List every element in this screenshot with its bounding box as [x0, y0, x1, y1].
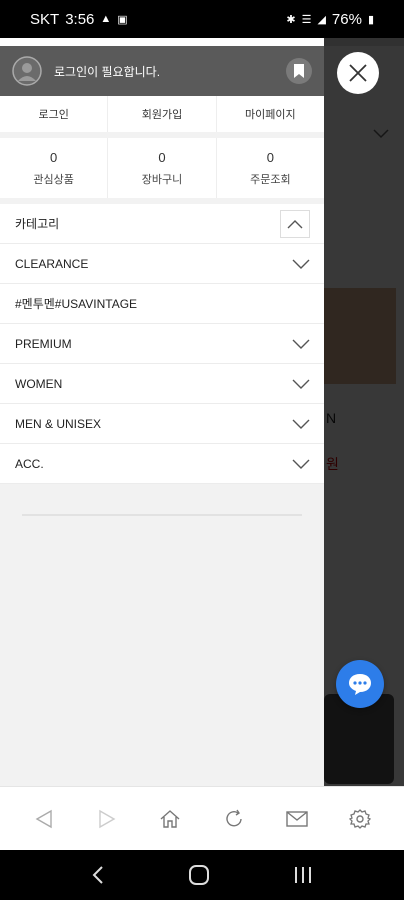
close-icon: [349, 64, 367, 82]
nav-back-icon[interactable]: [91, 865, 105, 885]
menu-item-label: WOMEN: [15, 376, 63, 391]
bookmark-button[interactable]: [286, 58, 312, 84]
status-right: ✱ ☰ ◢ 76% ▮: [286, 11, 374, 28]
menu-item-label: ACC.: [15, 456, 44, 471]
collapse-button[interactable]: [280, 209, 310, 238]
chevron-down-icon: [292, 339, 310, 349]
browser-toolbar: [0, 786, 404, 850]
cart-counter[interactable]: 0 장바구니: [108, 138, 217, 198]
forward-button[interactable]: [87, 799, 127, 839]
login-link[interactable]: 로그인: [0, 96, 109, 132]
image-notification-icon: ▣: [117, 13, 128, 26]
status-bar: SKT 3:56 ▲ ▣ ✱ ☰ ◢ 76% ▮: [0, 0, 404, 38]
close-drawer-button[interactable]: [337, 52, 379, 94]
auth-links: 로그인 회원가입 마이페이지: [0, 96, 324, 132]
drawer-top-strip: [0, 38, 324, 46]
profile-bar: 로그인이 필요합니다.: [0, 46, 324, 96]
side-drawer: 로그인이 필요합니다. 로그인 회원가입 마이페이지 0 관심상품 0 장바구니…: [0, 38, 324, 786]
bluetooth-icon: ✱: [286, 13, 296, 26]
chevron-down-icon: [292, 259, 310, 269]
notification-icon: ▲: [100, 13, 112, 25]
category-menu: 카테고리 CLEARANCE #멘투멘#USAVINTAGE PREMIUM W…: [0, 204, 324, 484]
menu-item-usavintage[interactable]: #멘투멘#USAVINTAGE: [0, 284, 324, 324]
menu-item-acc[interactable]: ACC.: [0, 444, 324, 484]
orders-counter[interactable]: 0 주문조회: [217, 138, 324, 198]
refresh-icon: [225, 809, 242, 826]
battery-level: 76%: [331, 10, 362, 28]
back-icon: [35, 809, 52, 828]
forward-icon: [99, 809, 116, 828]
orders-count: 0: [266, 149, 274, 165]
menu-item-women[interactable]: WOMEN: [0, 364, 324, 404]
back-button[interactable]: [24, 799, 64, 839]
refresh-button[interactable]: [214, 799, 254, 839]
chevron-down-icon: [292, 419, 310, 429]
wishlist-label: 관심상품: [33, 173, 74, 186]
signup-link[interactable]: 회원가입: [108, 96, 217, 132]
wifi-icon: ☰: [301, 13, 312, 26]
clock: 3:56: [65, 10, 95, 28]
menu-item-premium[interactable]: PREMIUM: [0, 324, 324, 364]
chat-bubble-icon: [349, 674, 371, 695]
settings-button[interactable]: [340, 799, 380, 839]
mypage-link[interactable]: 마이페이지: [217, 96, 324, 132]
avatar-icon: [12, 56, 42, 86]
menu-item-category[interactable]: 카테고리: [0, 204, 324, 244]
menu-item-label: CLEARANCE: [15, 256, 89, 271]
wishlist-count: 0: [50, 149, 58, 165]
carrier: SKT: [30, 10, 60, 28]
chevron-up-icon: [287, 219, 303, 228]
login-required-text: 로그인이 필요합니다.: [54, 64, 161, 79]
status-left: SKT 3:56 ▲ ▣: [30, 11, 128, 28]
drawer-divider: [22, 514, 302, 516]
nav-home-icon[interactable]: [188, 864, 210, 886]
settings-icon: [349, 808, 372, 829]
cart-label: 장바구니: [141, 173, 183, 186]
counter-row: 0 관심상품 0 장바구니 0 주문조회: [0, 138, 324, 198]
battery-icon: ▮: [367, 13, 374, 26]
mail-icon: [286, 810, 308, 827]
cart-count: 0: [158, 149, 166, 165]
mail-button[interactable]: [277, 799, 317, 839]
chat-button[interactable]: [336, 660, 384, 708]
menu-item-label: MEN & UNISEX: [15, 416, 102, 431]
orders-label: 주문조회: [250, 173, 291, 186]
signal-icon: ◢: [317, 13, 326, 26]
home-button[interactable]: [150, 799, 190, 839]
nav-recents-icon[interactable]: [293, 866, 313, 884]
menu-item-label: PREMIUM: [15, 336, 72, 351]
menu-item-label: 카테고리: [15, 217, 60, 231]
system-nav-bar: [0, 850, 404, 900]
menu-item-clearance[interactable]: CLEARANCE: [0, 244, 324, 284]
bookmark-icon: [294, 64, 304, 78]
wishlist-counter[interactable]: 0 관심상품: [0, 138, 109, 198]
menu-item-men-unisex[interactable]: MEN & UNISEX: [0, 404, 324, 444]
home-icon: [160, 809, 180, 828]
chevron-down-icon: [292, 379, 310, 389]
chevron-down-icon: [292, 459, 310, 469]
menu-item-label: #멘투멘#USAVINTAGE: [15, 297, 138, 311]
